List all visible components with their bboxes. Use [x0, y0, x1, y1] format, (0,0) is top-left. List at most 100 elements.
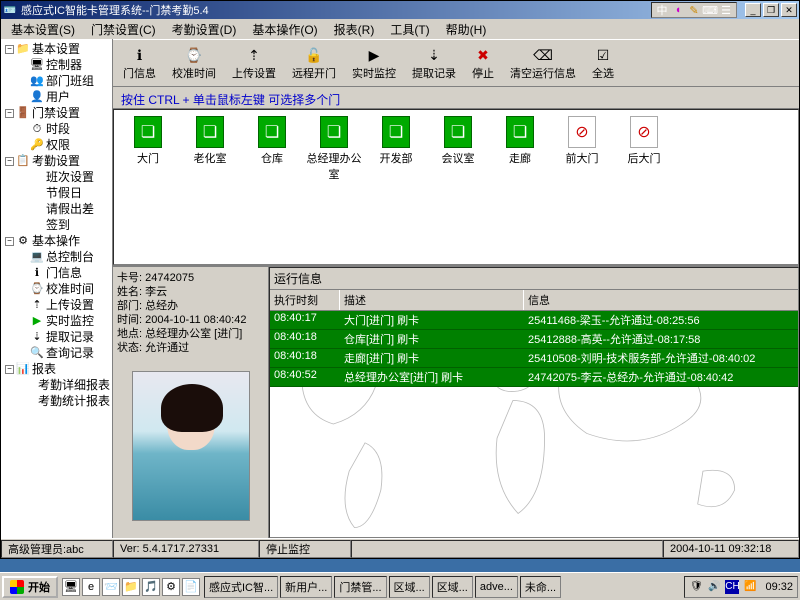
tray-mini-icon[interactable]: ◖ — [671, 3, 685, 17]
tray-clock[interactable]: 09:32 — [765, 581, 793, 593]
status-admin: 高级管理员:abc — [1, 540, 113, 558]
tree-perm[interactable]: 🔑权限 — [19, 137, 110, 153]
tray-icon[interactable]: 🔊 — [707, 580, 721, 594]
tree-query[interactable]: 🔍查询记录 — [19, 345, 110, 361]
door-item[interactable]: ❏总经理办公室 — [306, 116, 362, 182]
ql-icon[interactable]: e — [82, 578, 100, 596]
ql-icon[interactable]: 📁 — [122, 578, 140, 596]
task-button[interactable]: 感应式IC智... — [204, 576, 278, 598]
log-row[interactable]: 08:40:18走廊[进门] 刷卡25410508-刘明-技术服务部-允许通过-… — [270, 349, 798, 368]
menu-help[interactable]: 帮助(H) — [440, 19, 493, 40]
tb-stop[interactable]: ✖停止 — [468, 43, 498, 83]
task-button[interactable]: 区域... — [389, 576, 430, 598]
tree-signin[interactable]: 签到 — [19, 217, 110, 233]
tray-icon[interactable]: 📶 — [743, 580, 757, 594]
menu-reports[interactable]: 报表(R) — [328, 19, 381, 40]
menu-attendance-settings[interactable]: 考勤设置(D) — [166, 19, 243, 40]
close-button[interactable]: ✕ — [781, 3, 797, 17]
tree-ops[interactable]: −⚙基本操作 — [5, 233, 110, 249]
tree-report-stat[interactable]: 考勤统计报表 — [19, 393, 110, 409]
tb-realtime[interactable]: ▶实时监控 — [348, 43, 400, 83]
titlebar: 🪪 感应式IC智能卡管理系统--门禁考勤5.4 中 ◖ ✎ ⌨ ☰ _ ❐ ✕ — [1, 1, 799, 19]
card-dept: 总经办 — [145, 300, 178, 312]
menu-tools[interactable]: 工具(T) — [384, 19, 435, 40]
tray-mini-icon[interactable]: ✎ — [687, 3, 701, 17]
ql-icon[interactable]: 📨 — [102, 578, 120, 596]
door-label: 后大门 — [628, 150, 661, 166]
door-item[interactable]: ❏开发部 — [368, 116, 424, 166]
clock-icon: ⌚ — [184, 45, 204, 65]
door-item[interactable]: ⊘前大门 — [554, 116, 610, 166]
card-info-panel: 卡号: 24742075 姓名: 李云 部门: 总经办 时间: 2004-10-… — [113, 267, 269, 538]
log-row[interactable]: 08:40:17大门[进门] 刷卡25411468-梁玉--允许通过-08:25… — [270, 311, 798, 330]
log-header: 执行时刻 描述 信息 — [270, 290, 798, 311]
window-title: 感应式IC智能卡管理系统--门禁考勤5.4 — [21, 2, 745, 18]
tree-access[interactable]: −🚪门禁设置 — [5, 105, 110, 121]
tb-clear[interactable]: ⌫清空运行信息 — [506, 43, 580, 83]
tree-report-detail[interactable]: 考勤详细报表 — [19, 377, 110, 393]
tb-selectall[interactable]: ☑全选 — [588, 43, 618, 83]
ql-icon[interactable]: 🎵 — [142, 578, 160, 596]
tree-deptgroup[interactable]: 👥部门班组 — [19, 73, 110, 89]
door-label: 大门 — [137, 150, 159, 166]
tree-users[interactable]: 👤用户 — [19, 89, 110, 105]
stop-icon: ✖ — [473, 45, 493, 65]
toolbar: ℹ门信息 ⌚校准时间 ⇡上传设置 🔓远程开门 ▶实时监控 ⇣提取记录 ✖停止 ⌫… — [113, 39, 799, 87]
door-icon: ⊘ — [630, 116, 658, 148]
task-button[interactable]: 未命... — [520, 576, 561, 598]
ql-icon[interactable]: ⚙ — [162, 578, 180, 596]
door-label: 会议室 — [442, 150, 475, 166]
ql-icon[interactable]: 📄 — [182, 578, 200, 596]
tray-lang-icon[interactable]: CH — [725, 580, 739, 594]
tree-calib[interactable]: ⌚校准时间 — [19, 281, 110, 297]
task-button[interactable]: 区域... — [432, 576, 473, 598]
tree-timeslot[interactable]: ⏱时段 — [19, 121, 110, 137]
tray-mini-icon[interactable]: ⌨ — [703, 3, 717, 17]
nav-tree[interactable]: −📁基本设置 🖥控制器 👥部门班组 👤用户 −🚪门禁设置 ⏱时段 🔑权限 — [1, 39, 113, 538]
tree-fetch[interactable]: ⇣提取记录 — [19, 329, 110, 345]
tb-doorinfo[interactable]: ℹ门信息 — [119, 43, 160, 83]
tb-calib[interactable]: ⌚校准时间 — [168, 43, 220, 83]
maximize-button[interactable]: ❐ — [763, 3, 779, 17]
tree-shift[interactable]: 班次设置 — [19, 169, 110, 185]
tree-reports[interactable]: −📊报表 — [5, 361, 110, 377]
door-icon: ⊘ — [568, 116, 596, 148]
tree-holiday[interactable]: 节假日 — [19, 185, 110, 201]
quick-launch: 🖥 e 📨 📁 🎵 ⚙ 📄 — [62, 578, 200, 596]
door-item[interactable]: ❏老化室 — [182, 116, 238, 166]
log-row[interactable]: 08:40:18仓库[进门] 刷卡25412888-高英--允许通过-08:17… — [270, 330, 798, 349]
tb-fetch[interactable]: ⇣提取记录 — [408, 43, 460, 83]
system-tray: 🛡 🔊 CH 📶 09:32 — [684, 576, 798, 598]
upload-icon: ⇡ — [244, 45, 264, 65]
tb-upload[interactable]: ⇡上传设置 — [228, 43, 280, 83]
tree-attendance[interactable]: −📋考勤设置 — [5, 153, 110, 169]
log-row[interactable]: 08:40:52总经理办公室[进门] 刷卡24742075-李云-总经办-允许通… — [270, 368, 798, 387]
door-item[interactable]: ❏走廊 — [492, 116, 548, 166]
menu-access-settings[interactable]: 门禁设置(C) — [85, 19, 162, 40]
tree-leave[interactable]: 请假出差 — [19, 201, 110, 217]
tray-mini-icon[interactable]: 中 — [655, 3, 669, 17]
tree-realtime[interactable]: ▶实时监控 — [19, 313, 110, 329]
log-panel: 运行信息 执行时刻 描述 信息 — [269, 267, 799, 538]
menu-basic-ops[interactable]: 基本操作(O) — [246, 19, 323, 40]
tree-controller[interactable]: 🖥控制器 — [19, 57, 110, 73]
door-item[interactable]: ⊘ 后大门 — [616, 116, 672, 166]
task-button[interactable]: adve... — [475, 576, 518, 598]
menu-basic-settings[interactable]: 基本设置(S) — [5, 19, 81, 40]
minimize-button[interactable]: _ — [745, 3, 761, 17]
task-button[interactable]: 门禁管... — [334, 576, 386, 598]
tb-remote-open[interactable]: 🔓远程开门 — [288, 43, 340, 83]
status-monitor: 停止监控 — [259, 540, 351, 558]
door-item[interactable]: ❏会议室 — [430, 116, 486, 166]
start-button[interactable]: 开始 — [2, 576, 58, 598]
ql-icon[interactable]: 🖥 — [62, 578, 80, 596]
tray-icon[interactable]: 🛡 — [689, 580, 703, 594]
tree-upload[interactable]: ⇡上传设置 — [19, 297, 110, 313]
door-item[interactable]: ❏仓库 — [244, 116, 300, 166]
task-button[interactable]: 新用户... — [280, 576, 332, 598]
tray-mini-icon[interactable]: ☰ — [719, 3, 733, 17]
tree-basic[interactable]: −📁基本设置 — [5, 41, 110, 57]
door-item[interactable]: ❏大门 — [120, 116, 176, 166]
tree-doorinfo[interactable]: ℹ门信息 — [19, 265, 110, 281]
tree-console[interactable]: 💻总控制台 — [19, 249, 110, 265]
